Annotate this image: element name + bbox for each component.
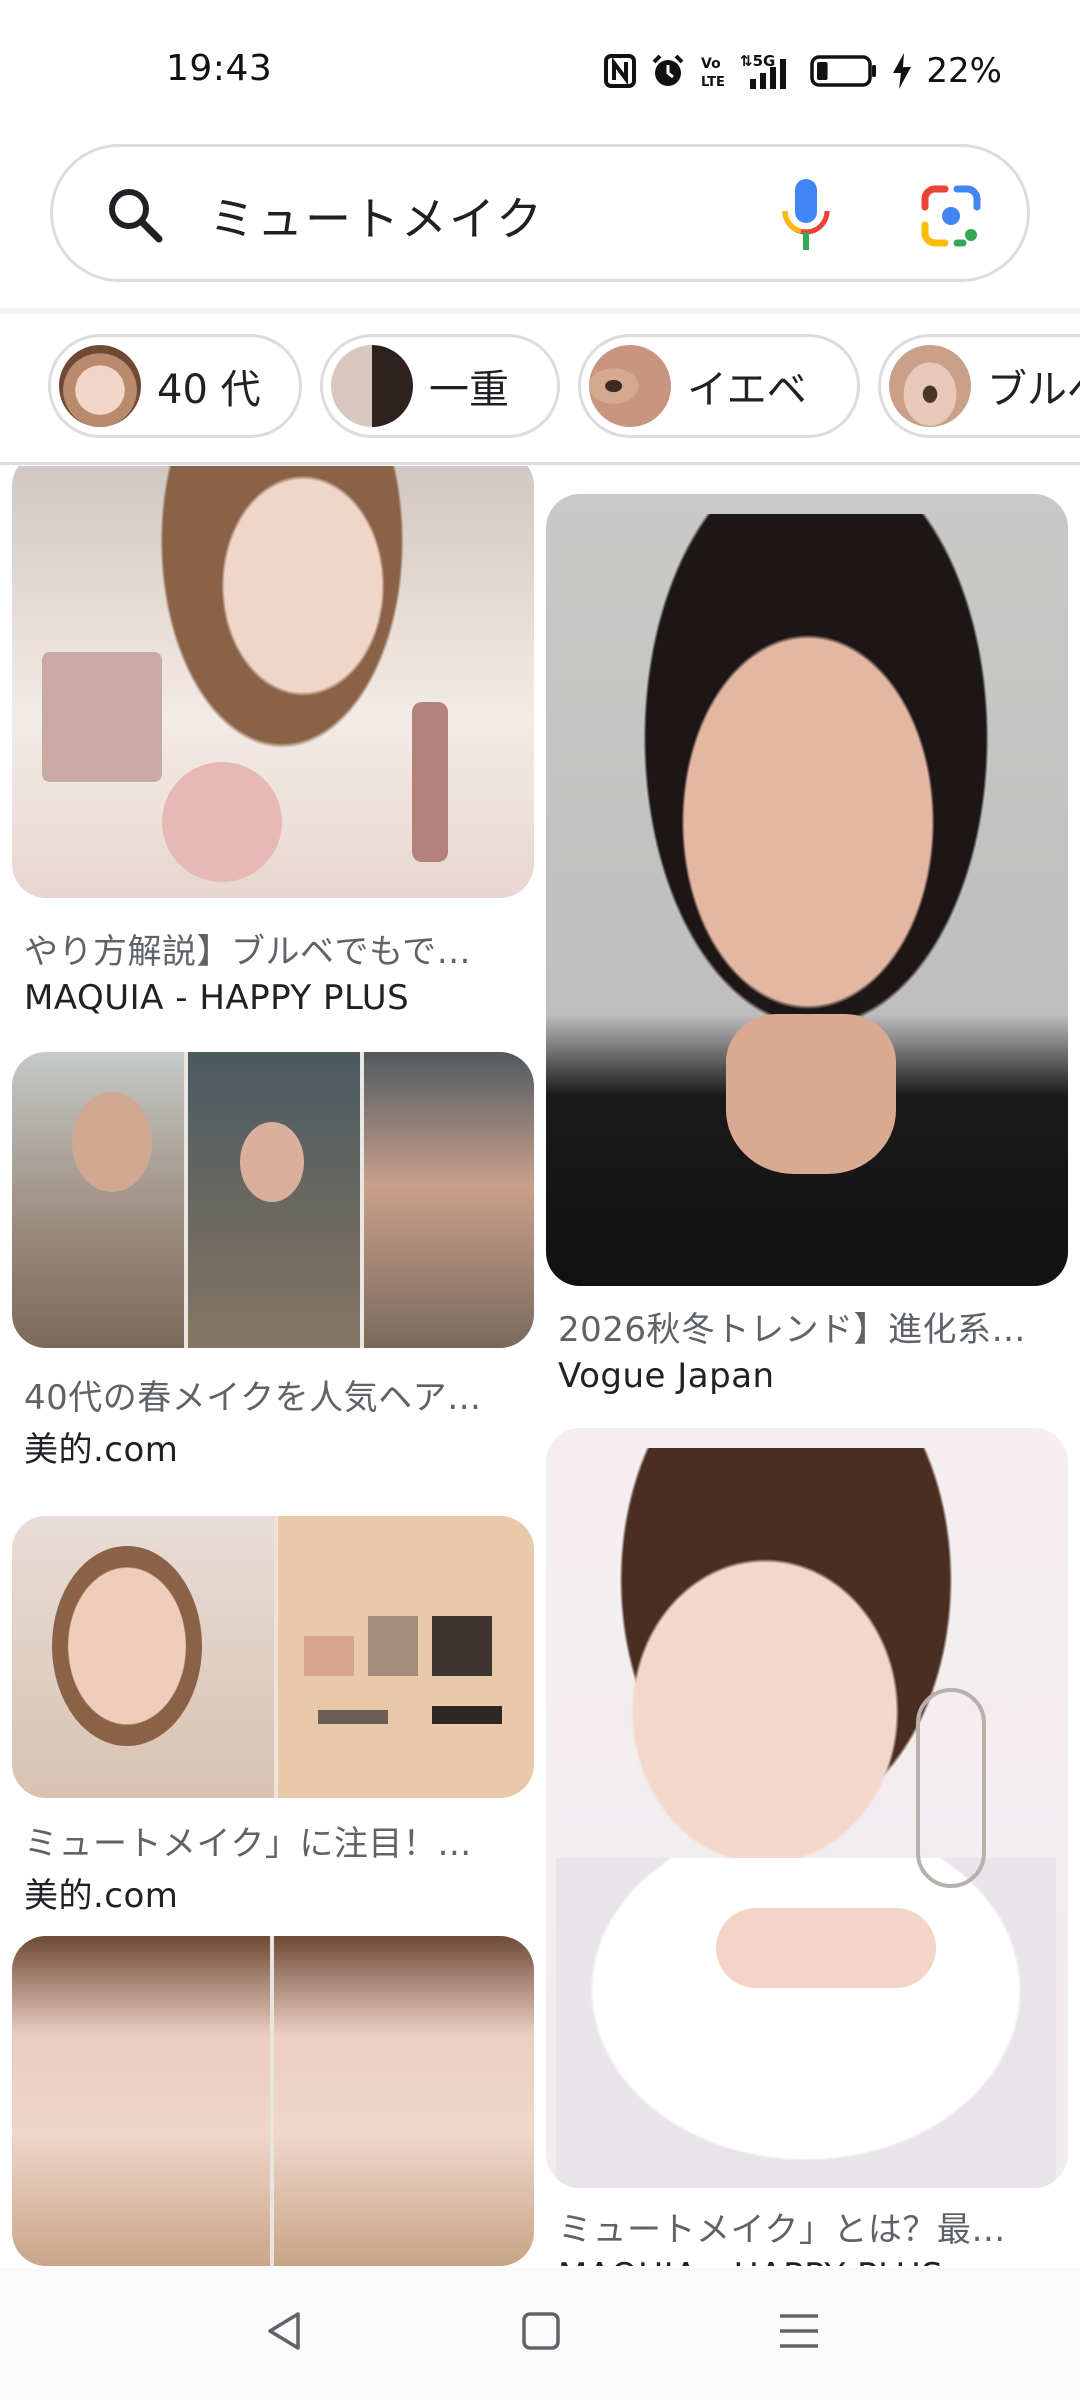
result-card[interactable]: 40代の春メイクを人気ヘア… 美的.com xyxy=(12,1052,534,1470)
navigation-bar xyxy=(0,2268,1080,2400)
result-card[interactable]: ミュートメイク」に注目！… 美的.com xyxy=(12,1516,534,1916)
battery-percent: 22% xyxy=(926,51,1002,91)
result-title: やり方解説】ブルベでもで… xyxy=(24,932,472,972)
chip-label: 40 代 xyxy=(157,367,261,413)
result-image[interactable] xyxy=(12,1936,534,2266)
chip-thumbnail xyxy=(59,345,141,427)
result-title: 40代の春メイクを人気ヘア… xyxy=(24,1378,482,1418)
result-source: MAQUIA - HAPPY PLUS xyxy=(558,2256,943,2266)
alarm-icon xyxy=(650,53,686,89)
result-card[interactable]: 2026秋冬トレンド】進化系… Vogue Japan xyxy=(546,494,1068,1424)
chip-label: イエベ xyxy=(687,367,807,413)
chip-thumbnail xyxy=(589,345,671,427)
status-time: 19:43 xyxy=(166,48,273,89)
result-source: 美的.com xyxy=(24,1876,179,1916)
chip-40s[interactable]: 40 代 xyxy=(48,334,302,438)
result-title: ミュートメイク」とは？最… xyxy=(558,2210,1006,2250)
header-divider xyxy=(0,308,1080,314)
home-icon[interactable] xyxy=(518,2308,564,2358)
chip-thumbnail xyxy=(331,345,413,427)
mic-icon[interactable] xyxy=(781,177,831,257)
chip-monolid[interactable]: 一重 xyxy=(320,334,560,438)
chip-label: 一重 xyxy=(429,367,509,413)
charging-icon xyxy=(892,53,912,89)
status-bar: 19:43 Vo LTE ⇅5G 22% xyxy=(0,0,1080,140)
nfc-icon xyxy=(604,54,637,88)
chip-thumbnail xyxy=(889,345,971,427)
chip-yellow-base[interactable]: イエベ xyxy=(578,334,860,438)
result-source: Vogue Japan xyxy=(558,1356,775,1396)
svg-text:Vo: Vo xyxy=(701,56,721,72)
status-icons: Vo LTE ⇅5G 22% xyxy=(604,46,1002,96)
chip-blue-base[interactable]: ブルベ xyxy=(878,334,1080,438)
result-source: 美的.com xyxy=(24,1430,179,1470)
lens-icon[interactable] xyxy=(919,185,983,253)
image-results: やり方解説】ブルベでもで… MAQUIA - HAPPY PLUS 40代の春メ… xyxy=(0,466,1080,2266)
filter-chips: 40 代 一重 イエベ ブルベ xyxy=(0,334,1080,438)
result-image[interactable] xyxy=(12,466,534,898)
result-card[interactable]: やり方解説】ブルベでもで… MAQUIA - HAPPY PLUS xyxy=(12,466,534,1022)
search-icon[interactable] xyxy=(105,185,165,249)
result-image[interactable] xyxy=(546,494,1068,1286)
result-title: 2026秋冬トレンド】進化系… xyxy=(558,1310,1027,1350)
result-source: MAQUIA - HAPPY PLUS xyxy=(24,978,410,1018)
volte-icon: Vo LTE xyxy=(700,53,726,89)
back-icon[interactable] xyxy=(262,2308,308,2358)
chip-label: ブルベ xyxy=(987,367,1080,413)
result-title: ミュートメイク」に注目！… xyxy=(24,1824,472,1864)
result-card[interactable]: ミュートメイク」とは？最… MAQUIA - HAPPY PLUS xyxy=(546,1428,1068,2266)
chips-divider xyxy=(0,462,1080,465)
svg-text:LTE: LTE xyxy=(701,75,725,89)
result-image[interactable] xyxy=(546,1428,1068,2188)
recents-icon[interactable] xyxy=(776,2308,822,2358)
result-card[interactable] xyxy=(12,1936,534,2266)
result-image[interactable] xyxy=(12,1516,534,1798)
signal-5g-icon: ⇅5G xyxy=(740,51,796,91)
search-input[interactable]: ミュートメイク xyxy=(209,183,544,249)
search-bar[interactable]: ミュートメイク xyxy=(50,144,1030,282)
battery-icon xyxy=(810,54,878,88)
result-image[interactable] xyxy=(12,1052,534,1348)
